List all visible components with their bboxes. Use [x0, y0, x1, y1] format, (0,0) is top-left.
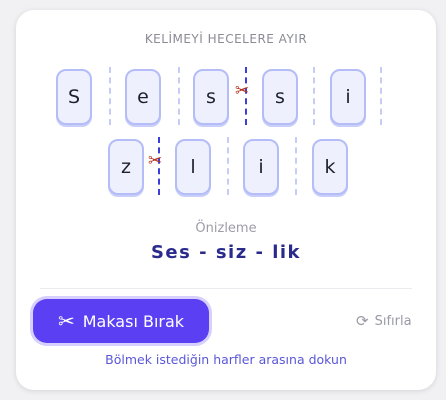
letter-tile[interactable]: k	[312, 139, 348, 195]
reset-button-label: Sıfırla	[374, 313, 412, 329]
letter-tile[interactable]: z	[108, 139, 144, 195]
letter-tile[interactable]: s	[262, 69, 298, 125]
split-gap[interactable]	[220, 133, 236, 203]
cut-button[interactable]: ✂ Makası Bırak	[33, 299, 209, 343]
divider	[40, 288, 412, 289]
split-gap[interactable]	[288, 133, 304, 203]
split-gap-cut[interactable]: ✂	[148, 133, 167, 203]
letter-row-1: S e s ✂ s i	[16, 67, 436, 139]
letter-tile[interactable]: i	[330, 69, 366, 125]
letter-row-2: z ✂ l i k	[16, 137, 436, 209]
preview-text: Ses - siz - lik	[150, 242, 302, 263]
reset-button[interactable]: ⟳ Sıfırla	[356, 312, 412, 330]
exercise-title: KELİMEYİ HECELERE AYIR	[144, 32, 308, 46]
cut-button-label: Makası Bırak	[82, 311, 185, 331]
letter-tile[interactable]: e	[125, 69, 161, 125]
scissors-icon: ✂	[57, 309, 75, 333]
split-gap[interactable]	[171, 63, 187, 133]
letter-tile[interactable]: l	[175, 139, 211, 195]
split-gap[interactable]	[102, 63, 118, 133]
scissors-icon: ✂	[148, 151, 163, 171]
letter-tile[interactable]: S	[56, 69, 92, 125]
split-gap[interactable]	[373, 63, 389, 133]
refresh-icon: ⟳	[356, 312, 369, 330]
preview-label: Önizleme	[195, 221, 257, 236]
scissors-icon: ✂	[235, 81, 250, 101]
split-gap-cut[interactable]: ✂	[235, 63, 254, 133]
letter-tile[interactable]: s	[193, 69, 229, 125]
hint-text: Bölmek istediğin harfler arasına dokun	[105, 352, 347, 367]
hyphenation-card: KELİMEYİ HECELERE AYIR S e s ✂ s i z ✂ l…	[16, 10, 436, 390]
letter-tile[interactable]: i	[243, 139, 279, 195]
split-gap[interactable]	[306, 63, 322, 133]
